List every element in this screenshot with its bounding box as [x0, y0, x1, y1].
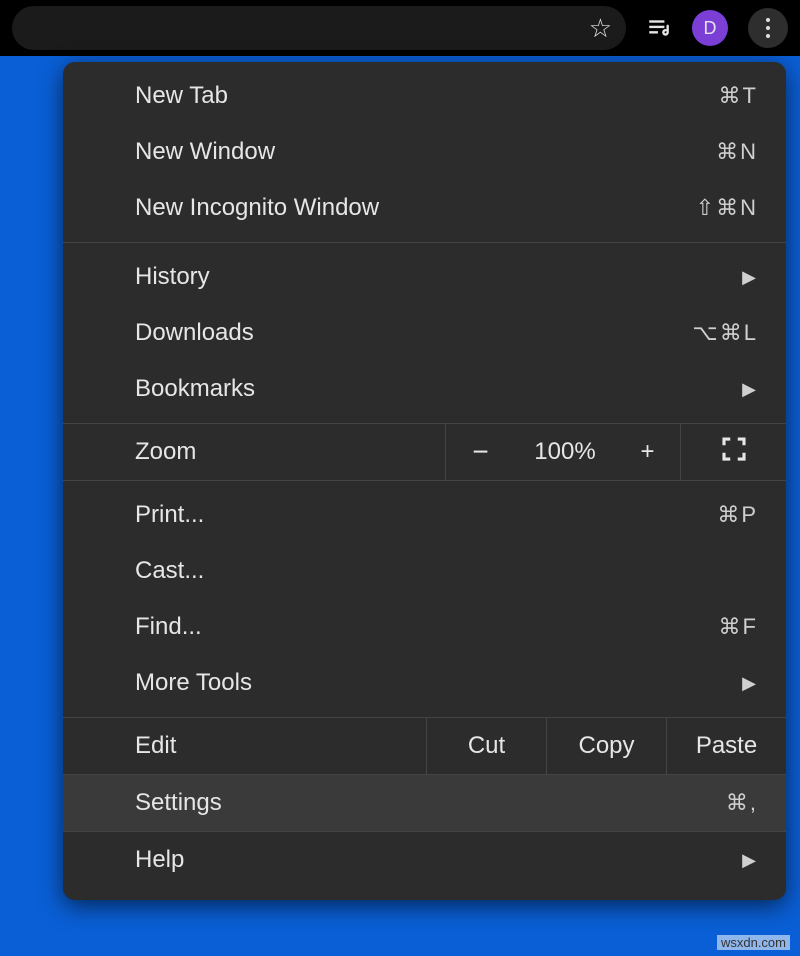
menu-new-window[interactable]: New Window ⌘N: [63, 124, 786, 180]
menu-label: New Incognito Window: [135, 194, 696, 222]
menu-shortcut: ⌘F: [719, 614, 758, 640]
menu-shortcut: ⌘N: [716, 139, 758, 165]
bookmark-star-icon[interactable]: ☆: [589, 15, 612, 41]
browser-toolbar: ☆ D: [0, 0, 800, 56]
menu-history[interactable]: History ▶: [63, 249, 786, 305]
menu-label: Downloads: [135, 319, 692, 347]
menu-shortcut: ⌥⌘L: [692, 320, 758, 346]
zoom-in-button[interactable]: +: [615, 424, 680, 480]
menu-shortcut: ⌘,: [726, 790, 758, 816]
menu-label: More Tools: [135, 669, 742, 697]
menu-shortcut: ⌘P: [717, 502, 758, 528]
menu-help[interactable]: Help ▶: [63, 832, 786, 888]
menu-label: Find...: [135, 613, 719, 641]
profile-avatar[interactable]: D: [692, 10, 728, 46]
overflow-menu-button[interactable]: [748, 8, 788, 48]
zoom-out-button[interactable]: −: [445, 424, 515, 480]
menu-shortcut: ⌘T: [719, 83, 758, 109]
menu-bookmarks[interactable]: Bookmarks ▶: [63, 361, 786, 417]
menu-label: Print...: [135, 501, 717, 529]
zoom-level: 100%: [515, 424, 615, 480]
menu-more-tools[interactable]: More Tools ▶: [63, 655, 786, 711]
watermark: wsxdn.com: [717, 935, 790, 950]
chevron-right-icon: ▶: [742, 379, 756, 400]
menu-cast[interactable]: Cast...: [63, 543, 786, 599]
menu-label: History: [135, 263, 742, 291]
menu-shortcut: ⇧⌘N: [696, 195, 758, 221]
menu-label: Bookmarks: [135, 375, 742, 403]
more-vert-icon: [766, 18, 770, 38]
fullscreen-icon: [719, 434, 749, 471]
menu-edit-label: Edit: [63, 718, 426, 774]
address-bar[interactable]: ☆: [12, 6, 626, 50]
media-queue-icon[interactable]: [646, 15, 672, 41]
menu-settings[interactable]: Settings ⌘,: [63, 775, 786, 831]
menu-find[interactable]: Find... ⌘F: [63, 599, 786, 655]
menu-zoom-label: Zoom: [63, 424, 445, 480]
avatar-letter: D: [704, 18, 717, 39]
menu-label: Settings: [135, 789, 726, 817]
menu-label: New Tab: [135, 82, 719, 110]
edit-cut-button[interactable]: Cut: [426, 718, 546, 774]
edit-paste-button[interactable]: Paste: [666, 718, 786, 774]
menu-new-incognito[interactable]: New Incognito Window ⇧⌘N: [63, 180, 786, 236]
menu-edit-row: Edit Cut Copy Paste: [63, 717, 786, 775]
menu-zoom-row: Zoom − 100% +: [63, 423, 786, 481]
menu-new-tab[interactable]: New Tab ⌘T: [63, 68, 786, 124]
edit-copy-button[interactable]: Copy: [546, 718, 666, 774]
menu-label: Cast...: [135, 557, 758, 585]
chrome-main-menu: New Tab ⌘T New Window ⌘N New Incognito W…: [63, 62, 786, 900]
menu-downloads[interactable]: Downloads ⌥⌘L: [63, 305, 786, 361]
chevron-right-icon: ▶: [742, 673, 756, 694]
menu-print[interactable]: Print... ⌘P: [63, 487, 786, 543]
menu-label: Help: [135, 846, 742, 874]
chevron-right-icon: ▶: [742, 850, 756, 871]
menu-label: New Window: [135, 138, 716, 166]
fullscreen-button[interactable]: [680, 424, 786, 480]
chevron-right-icon: ▶: [742, 267, 756, 288]
